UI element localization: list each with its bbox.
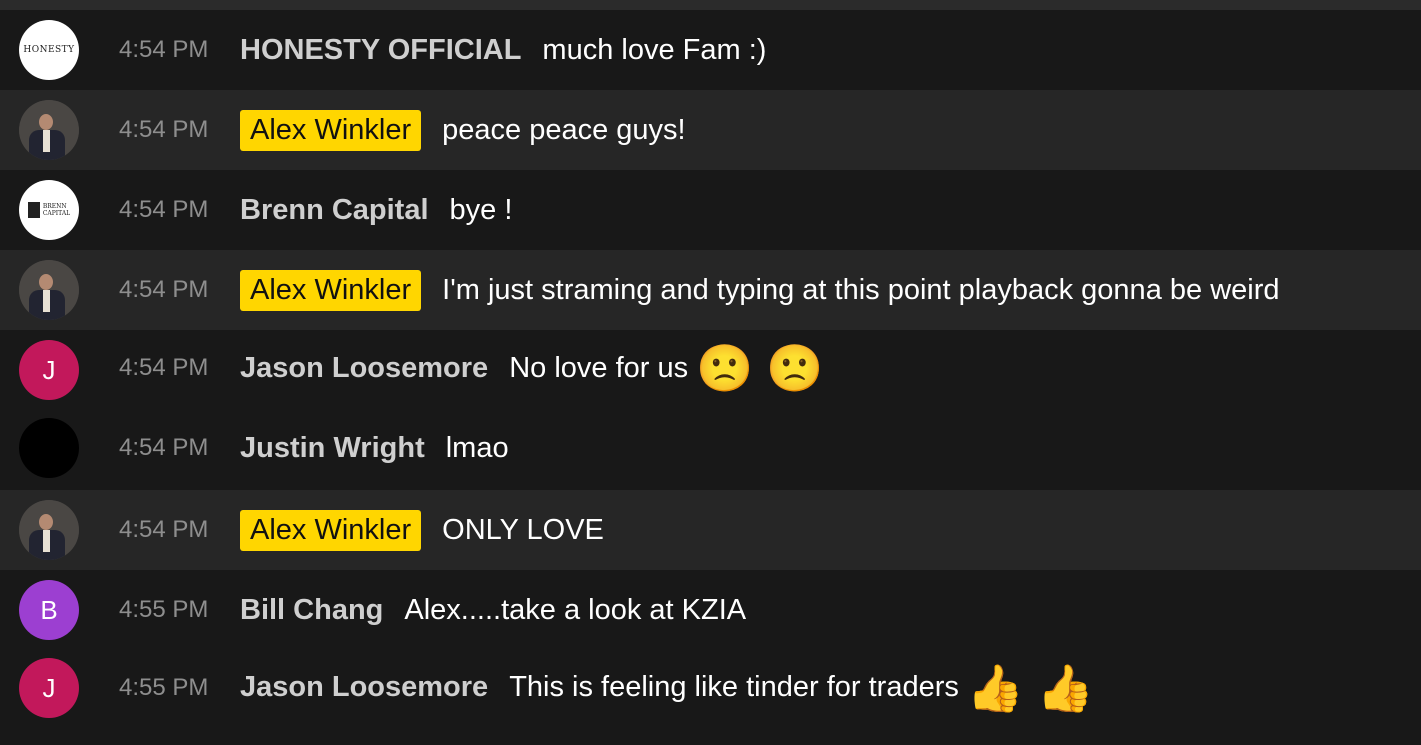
author-name-owner-badge[interactable]: Alex Winkler — [240, 269, 422, 311]
timestamp: 4:54 PM — [119, 116, 209, 143]
avatar[interactable] — [19, 260, 79, 320]
message-text: lmao — [445, 431, 509, 464]
avatar-photo — [19, 100, 79, 160]
timestamp: 4:54 PM — [119, 196, 209, 223]
chat-message: 4:54 PM Alex Winkler I'm just straming a… — [0, 250, 1421, 330]
avatar[interactable] — [19, 418, 79, 478]
top-divider — [0, 0, 1421, 10]
author-name[interactable]: HONESTY OFFICIAL — [240, 34, 521, 67]
author-name-owner-badge[interactable]: Alex Winkler — [240, 109, 422, 151]
avatar-photo — [19, 260, 79, 320]
message-text: much love Fam :) — [542, 33, 767, 66]
avatar-initial: J — [42, 672, 56, 703]
chat-message: J 4:55 PM Jason Loosemore This is feelin… — [0, 650, 1421, 725]
avatar-initial: J — [42, 354, 56, 385]
timestamp: 4:54 PM — [119, 434, 209, 461]
timestamp: 4:55 PM — [119, 673, 209, 701]
avatar[interactable]: BRENN CAPITAL — [19, 180, 79, 240]
avatar[interactable] — [19, 500, 79, 560]
message-text: bye ! — [449, 193, 513, 226]
author-name[interactable]: Jason Loosemore — [240, 671, 488, 704]
avatar[interactable]: J — [19, 340, 79, 400]
avatar[interactable]: HONESTY — [19, 20, 79, 80]
timestamp: 4:54 PM — [119, 516, 209, 543]
avatar[interactable] — [19, 100, 79, 160]
timestamp: 4:54 PM — [119, 354, 209, 381]
chat-message: 4:54 PM Justin Wright lmao — [0, 406, 1421, 490]
frowning-face-emoji-icon: 🙁 🙁 — [696, 342, 824, 394]
chat-message: 4:54 PM Alex Winkler peace peace guys! — [0, 90, 1421, 170]
chat-message: 4:54 PM Alex Winkler ONLY LOVE — [0, 490, 1421, 570]
thumbs-up-emoji-icon: 👍 👍 — [966, 661, 1095, 714]
message-text: peace peace guys! — [442, 113, 686, 146]
avatar-logo-text: HONESTY — [23, 45, 75, 55]
avatar-photo — [19, 500, 79, 560]
message-text: Alex.....take a look at KZIA — [404, 593, 747, 626]
author-name[interactable]: Brenn Capital — [240, 194, 429, 227]
timestamp: 4:54 PM — [119, 276, 209, 303]
avatar[interactable]: J — [19, 658, 79, 718]
author-name[interactable]: Bill Chang — [240, 594, 383, 627]
chat-message: J 4:54 PM Jason Loosemore No love for us… — [0, 330, 1421, 406]
author-name[interactable]: Jason Loosemore — [240, 352, 488, 385]
author-name[interactable]: Justin Wright — [240, 432, 425, 465]
author-name-owner-badge[interactable]: Alex Winkler — [240, 509, 422, 551]
avatar[interactable]: B — [19, 580, 79, 640]
chat-message: HONESTY 4:54 PM HONESTY OFFICIAL much lo… — [0, 10, 1421, 90]
timestamp: 4:55 PM — [119, 596, 209, 623]
timestamp: 4:54 PM — [119, 36, 209, 63]
message-text: No love for us — [509, 351, 689, 384]
message-text: ONLY LOVE — [442, 513, 604, 546]
chat-message: BRENN CAPITAL 4:54 PM Brenn Capital bye ! — [0, 170, 1421, 250]
chat-message-list: HONESTY 4:54 PM HONESTY OFFICIAL much lo… — [0, 10, 1421, 725]
avatar-initial: B — [40, 594, 58, 625]
chat-message: B 4:55 PM Bill Chang Alex.....take a loo… — [0, 570, 1421, 650]
message-text: I'm just straming and typing at this poi… — [442, 273, 1280, 306]
brenn-capital-logo-icon: BRENN CAPITAL — [27, 202, 70, 218]
message-text: This is feeling like tinder for traders — [509, 671, 959, 703]
